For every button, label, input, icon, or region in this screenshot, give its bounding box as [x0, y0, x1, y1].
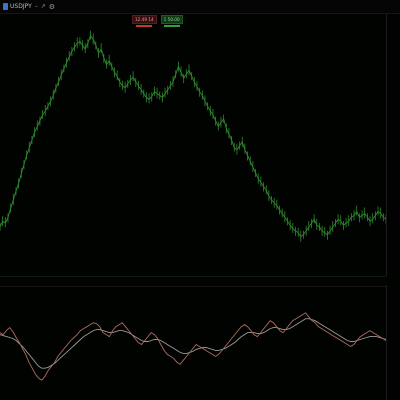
gear-icon[interactable]: ⚙: [49, 3, 55, 11]
legend-item-slow[interactable]: 1 50.00: [160, 15, 183, 27]
chart-window: USDJPY – ↗ ⚙ 12.49 14 1 50.00: [0, 0, 400, 400]
price-line: [0, 34, 386, 238]
symbol-label[interactable]: USDJPY: [10, 3, 32, 10]
indicator-legend: 12.49 14 1 50.00: [132, 15, 183, 27]
legend-swatch-fast: [136, 25, 153, 27]
restore-button[interactable]: ↗: [41, 3, 46, 10]
oscillator-pane[interactable]: [0, 285, 386, 400]
chart-title-bar: USDJPY – ↗ ⚙: [0, 0, 400, 14]
price-axis[interactable]: [386, 14, 400, 276]
legend-label-slow: 1 50.00: [160, 15, 183, 24]
price-chart[interactable]: [0, 14, 386, 276]
minimize-button[interactable]: –: [35, 3, 38, 10]
oscillator-chart[interactable]: [0, 285, 386, 400]
legend-swatch-slow: [163, 25, 180, 27]
oscillator-fast-line: [0, 312, 386, 381]
oscillator-axis[interactable]: [386, 285, 400, 400]
oscillator-slow-line: [0, 318, 386, 369]
legend-item-fast[interactable]: 12.49 14: [132, 15, 157, 27]
legend-label-fast: 12.49 14: [132, 15, 157, 24]
price-pane[interactable]: [0, 14, 386, 276]
symbol-flag-icon: [3, 3, 8, 10]
